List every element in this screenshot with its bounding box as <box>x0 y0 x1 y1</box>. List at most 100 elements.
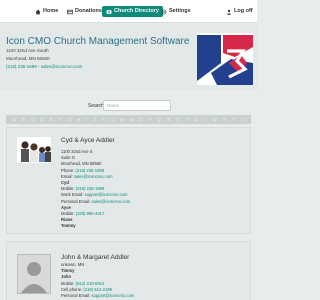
alphabet-letter-w[interactable]: W <box>213 118 216 122</box>
contact-link[interactable]: (218) 512-2198 <box>83 287 112 292</box>
user-icon <box>226 9 232 15</box>
gear-icon <box>161 9 167 14</box>
family-detail-line: Phone: (218) 236-1699 <box>61 168 104 173</box>
detail-label: Mobile: <box>61 280 76 286</box>
alphabet-letter-i[interactable]: I <box>87 118 88 122</box>
nav-settings-label: Settings <box>169 8 191 14</box>
church-logo <box>197 33 253 85</box>
alphabet-letter-y[interactable]: Y <box>232 118 234 122</box>
detail-label: Phone: <box>61 167 76 173</box>
family-detail-line: Email: sales@iconcmo.com <box>61 174 113 179</box>
avatar-placeholder-icon <box>18 255 50 293</box>
alphabet-letter-n[interactable]: N <box>130 118 133 122</box>
member-name: Tommy <box>61 223 76 229</box>
member-name: Cyd <box>61 180 69 185</box>
detail-label: Cell phone: <box>61 286 84 292</box>
address-text: Suite G <box>61 155 75 161</box>
contact-link[interactable]: (812) 210-6912 <box>76 281 105 286</box>
member-name: Riane <box>61 217 73 223</box>
detail-label: Personal Email: <box>61 293 92 298</box>
page-title: Icon CMO Church Management Software <box>6 36 190 47</box>
contact-link[interactable]: (218) 236-1699 <box>75 168 104 173</box>
member-name: John <box>61 274 72 280</box>
alphabet-letter-e[interactable]: E <box>50 118 52 122</box>
family-detail-line: Mobile: (328) 980-4417 <box>61 211 104 216</box>
church-address-line2: Moorhead, MN 56560 <box>6 56 50 61</box>
alphabet-letter-c[interactable]: C <box>31 118 34 122</box>
nav-logoff[interactable]: Log off <box>222 6 257 17</box>
family-photo-placeholder <box>17 254 51 294</box>
alphabet-letter-u[interactable]: U <box>195 118 198 122</box>
contact-link[interactable]: support@iconcmo.com <box>85 192 128 197</box>
alphabet-letter-v[interactable]: V <box>204 118 206 122</box>
nav-home-label: Home <box>43 8 59 14</box>
contact-link[interactable]: (328) 980-4417 <box>76 211 105 216</box>
family-detail-line: 1100 32nd Ave S <box>61 149 93 154</box>
alphabet-letter-f[interactable]: F <box>59 118 61 122</box>
detail-label: Mobile: <box>61 211 76 216</box>
top-nav: Home Donations Church Directory Settings… <box>0 0 257 23</box>
contact-link[interactable]: support@iconcmo.com <box>92 293 135 298</box>
alphabet-letter-b[interactable]: B <box>22 118 24 122</box>
church-address-line1: 1100 32nd Ave South <box>6 48 49 53</box>
alphabet-letter-d[interactable]: D <box>41 118 44 122</box>
family-detail-line: Cyd <box>61 180 69 185</box>
nav-donations-label: Donations <box>75 8 102 14</box>
address-text: Moorhead, MN 56560 <box>61 161 102 167</box>
member-name: Ayce <box>61 204 71 210</box>
alphabet-letter-q[interactable]: Q <box>158 118 161 122</box>
home-icon <box>35 9 41 14</box>
alphabet-letter-j[interactable]: J <box>94 118 96 122</box>
church-contact: (218) 236-1699 - sales@iconcmo.com <box>6 64 82 69</box>
family-detail-line: Personal Email: sales@iconcmo.com <box>61 199 130 204</box>
alphabet-letter-p[interactable]: P <box>149 118 151 122</box>
alphabet-letter-k[interactable]: K <box>103 118 105 122</box>
alphabet-letter-h[interactable]: H <box>77 118 80 122</box>
detail-label: Email: <box>61 173 74 179</box>
alphabet-letter-t[interactable]: T <box>186 118 188 122</box>
family-detail-line: John <box>61 274 71 279</box>
family-detail-line: Riane <box>61 217 72 222</box>
nav-donations[interactable]: Donations <box>63 6 106 17</box>
nav-logoff-label: Log off <box>234 8 253 14</box>
search-input[interactable] <box>103 100 171 111</box>
alphabet-letter-x[interactable]: X <box>223 118 225 122</box>
alphabet-letter-r[interactable]: R <box>168 118 171 122</box>
detail-label: Work Email: <box>61 192 85 198</box>
contact-link[interactable]: sales@iconcmo.com <box>92 199 131 204</box>
church-email-link[interactable]: sales@iconcmo.com <box>41 64 83 69</box>
family-detail-line: Work Email: support@iconcmo.com <box>61 192 128 197</box>
family-detail-line: Tommy <box>61 223 76 228</box>
church-phone-link[interactable]: (218) 236-1699 <box>6 64 37 69</box>
alphabet-letter-m[interactable]: M <box>121 118 124 122</box>
family-detail-line: Suite G <box>61 155 75 160</box>
family-card: John & Margaret Addler unkown, MN Timmy Jo… <box>6 241 251 300</box>
alphabet-letter-s[interactable]: S <box>177 118 179 122</box>
family-photo-graphic <box>17 137 51 163</box>
detail-label: Mobile: <box>61 186 76 192</box>
family-detail-line: unkown, MN <box>61 262 84 267</box>
family-detail-line: Mobile: (812) 210-6912 <box>61 281 104 286</box>
family-name: John & Margaret Addler <box>61 254 130 261</box>
family-photo <box>17 137 51 163</box>
nav-home[interactable]: Home <box>31 6 62 17</box>
family-detail-line: Personal Email: support@iconcmo.com <box>61 293 134 298</box>
alphabet-letter-z[interactable]: Z <box>241 118 243 122</box>
donations-icon <box>67 9 73 14</box>
church-logo-graphic <box>197 35 253 85</box>
alphabet-letter-g[interactable]: G <box>68 118 71 122</box>
family-name: Cyd & Ayce Addler <box>61 137 115 144</box>
address-text: unkown, MN <box>61 262 85 267</box>
alphabet-letter-l[interactable]: L <box>112 118 114 122</box>
nav-church-directory[interactable]: Church Directory <box>102 6 163 17</box>
family-detail-line: Mobile: (218) 236-1699 <box>61 186 104 191</box>
nav-church-directory-label: Church Directory <box>114 8 159 14</box>
alphabet-letter-a[interactable]: A <box>13 118 15 122</box>
directory-icon <box>106 9 112 14</box>
contact-link[interactable]: sales@iconcmo.com <box>74 174 113 179</box>
nav-settings[interactable]: Settings <box>157 6 195 17</box>
family-detail-line: Cell phone: (218) 512-2198 <box>61 287 112 292</box>
family-detail-line: Ayce <box>61 205 71 210</box>
contact-link[interactable]: (218) 236-1699 <box>76 186 105 191</box>
alphabet-letter-o[interactable]: O <box>140 118 143 122</box>
